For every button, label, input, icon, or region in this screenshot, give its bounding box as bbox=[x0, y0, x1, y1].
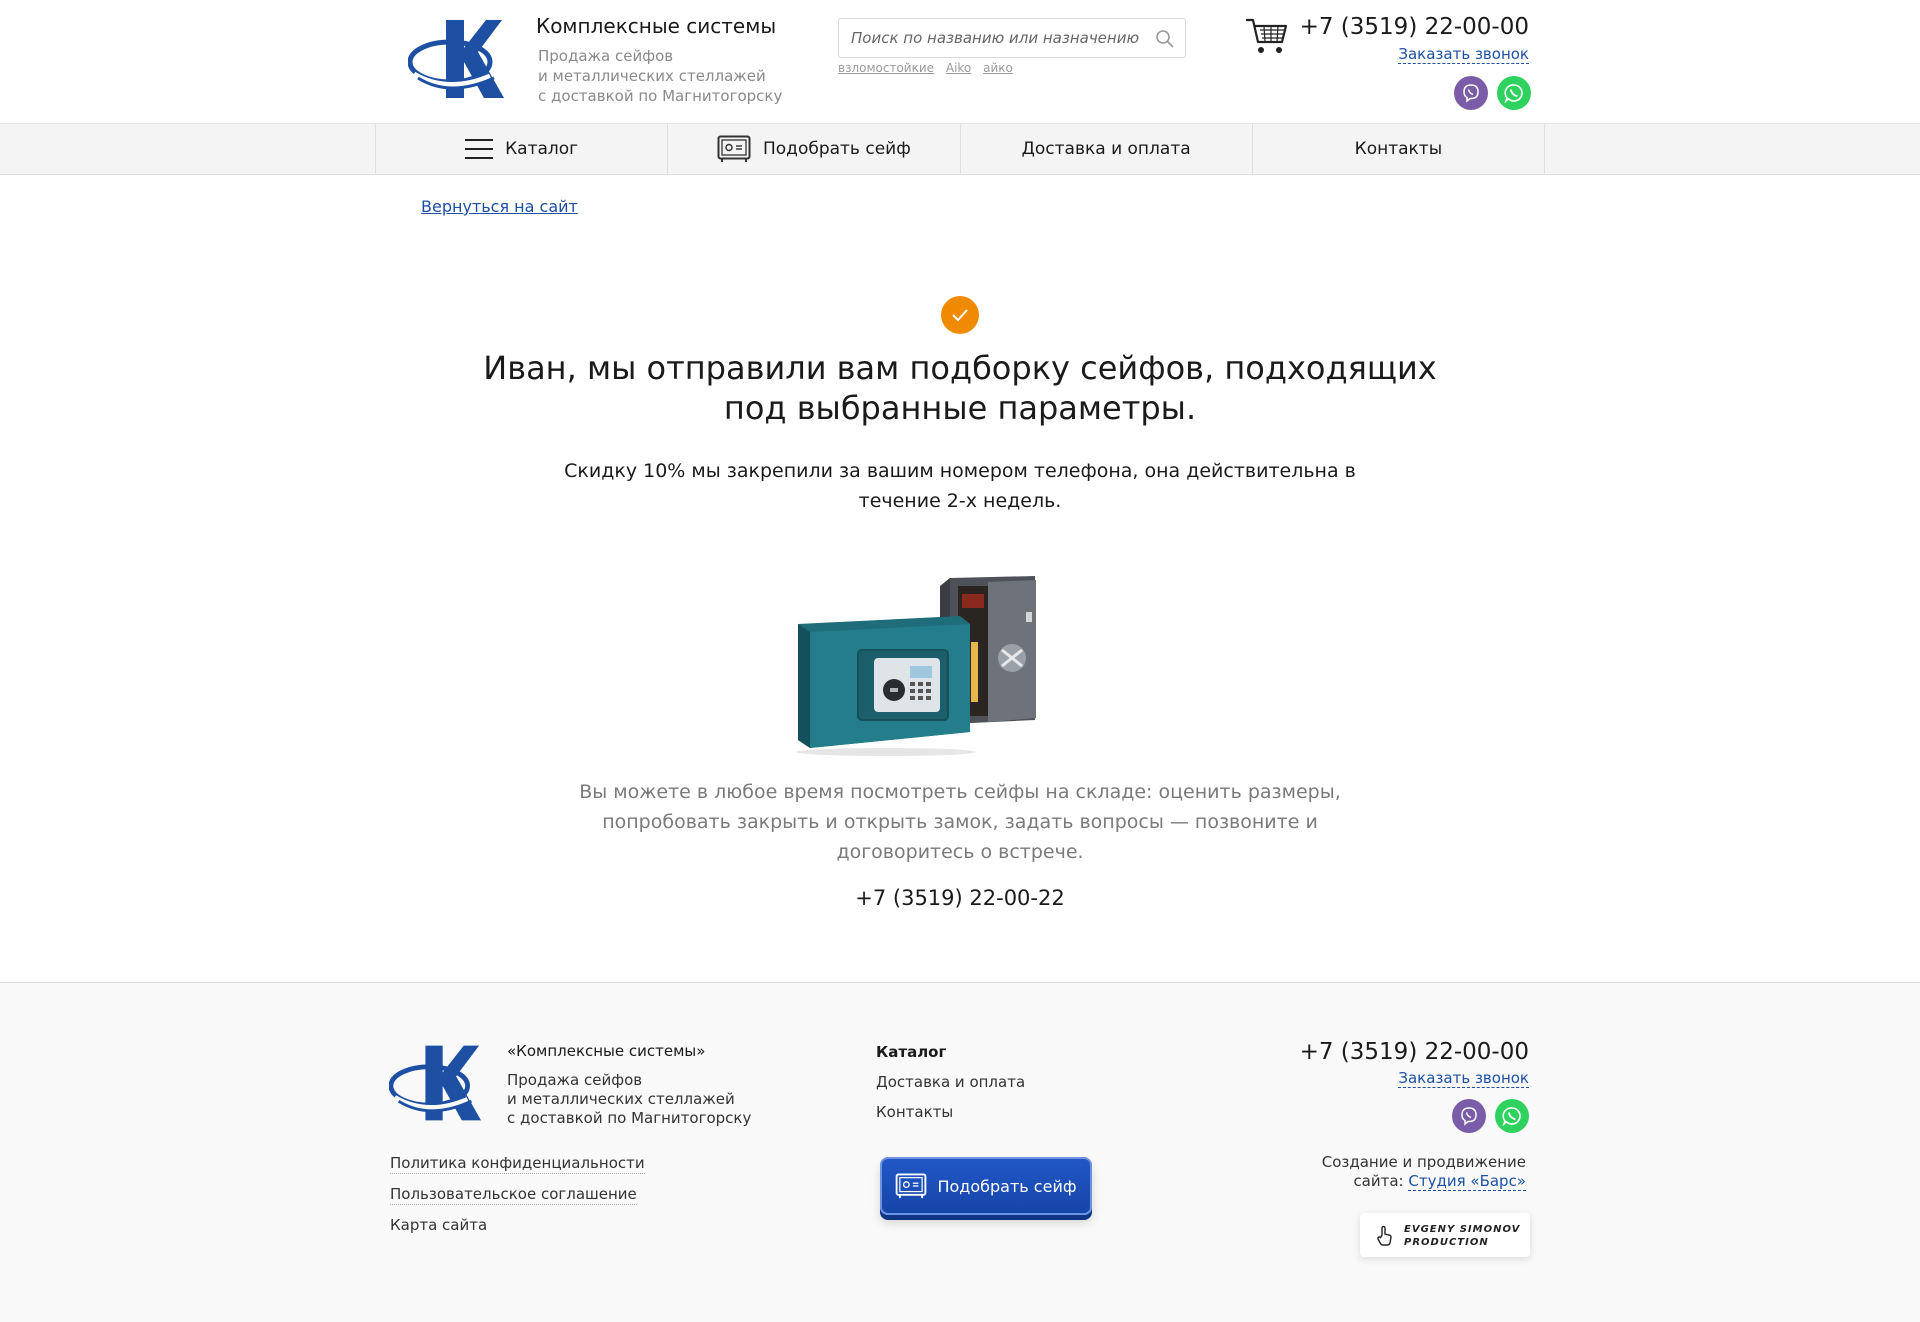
site-footer: «Комплексные системы» Продажа сейфов и м… bbox=[0, 982, 1920, 1322]
search-icon[interactable] bbox=[1155, 29, 1175, 49]
footer-nav-catalog[interactable]: Каталог bbox=[876, 1043, 1025, 1062]
sitemap-link[interactable]: Карта сайта bbox=[390, 1216, 487, 1235]
footer-brand: «Комплексные системы» bbox=[507, 1042, 706, 1060]
warehouse-phone[interactable]: +7 (3519) 22-00-22 bbox=[760, 886, 1160, 910]
viber-icon bbox=[1463, 84, 1479, 103]
whatsapp-icon bbox=[1502, 1107, 1521, 1126]
viber-icon bbox=[1461, 1107, 1477, 1126]
footer-phone[interactable]: +7 (3519) 22-00-00 bbox=[1300, 1039, 1529, 1065]
pick-safe-button[interactable]: Подобрать сейф bbox=[880, 1157, 1092, 1215]
search-box bbox=[838, 18, 1186, 58]
menu-icon bbox=[465, 139, 494, 159]
discount-note: Скидку 10% мы закрепили за вашим номером… bbox=[564, 460, 1356, 512]
footer-callback-link[interactable]: Заказать звонок bbox=[1398, 1069, 1529, 1088]
whatsapp-button[interactable] bbox=[1497, 76, 1531, 110]
nav-item-label: Контакты bbox=[1354, 139, 1443, 159]
company-logo[interactable] bbox=[408, 18, 504, 100]
brand-subtitle: Продажа сейфов и металлических стеллажей… bbox=[538, 47, 783, 105]
search-tag[interactable]: айко bbox=[983, 61, 1013, 75]
whatsapp-icon bbox=[1504, 84, 1523, 103]
brand-title: Комплексные системы bbox=[536, 14, 777, 38]
footer-legal-links: Политика конфиденциальности Пользователь… bbox=[390, 1154, 645, 1246]
viber-button[interactable] bbox=[1454, 76, 1488, 110]
nav-item-catalog[interactable]: Каталог bbox=[375, 124, 667, 174]
search-tag[interactable]: взломостойкие bbox=[838, 61, 934, 75]
nav-item-pick-safe[interactable]: Подобрать сейф bbox=[667, 124, 959, 174]
es-production-badge[interactable]: EVGENY SIMONOV PRODUCTION bbox=[1360, 1213, 1530, 1257]
callback-link[interactable]: Заказать звонок bbox=[1398, 45, 1529, 64]
user-agreement-link[interactable]: Пользовательское соглашение bbox=[390, 1185, 637, 1205]
search-tag[interactable]: Aiko bbox=[946, 61, 971, 75]
made-by-text: Создание и продвижение bbox=[1321, 1153, 1526, 1171]
studio-link[interactable]: Студия «Барс» bbox=[1408, 1172, 1526, 1191]
footer-nav: Каталог Доставка и оплата Контакты bbox=[876, 1043, 1025, 1133]
footer-brand-subtitle: Продажа сейфов и металлических стеллажей… bbox=[507, 1071, 752, 1127]
privacy-policy-link[interactable]: Политика конфиденциальности bbox=[390, 1154, 645, 1174]
success-check-icon bbox=[941, 296, 979, 334]
nav-item-label: Доставка и оплата bbox=[1021, 139, 1191, 159]
nav-item-label: Каталог bbox=[505, 139, 579, 159]
safe-icon bbox=[717, 135, 751, 162]
nav-item-label: Подобрать сейф bbox=[763, 139, 911, 159]
made-by: Создание и продвижение сайта: Студия «Ба… bbox=[1322, 1153, 1526, 1191]
search-tags: взломостойкие Aiko айко bbox=[838, 61, 1021, 75]
site-header: Комплексные системы Продажа сейфов и мет… bbox=[0, 0, 1920, 123]
footer-nav-delivery[interactable]: Доставка и оплата bbox=[876, 1073, 1025, 1092]
safes-image bbox=[796, 576, 1036, 756]
nav-item-delivery[interactable]: Доставка и оплата bbox=[959, 124, 1252, 174]
cart-icon[interactable] bbox=[1244, 16, 1288, 56]
footer-logo[interactable] bbox=[389, 1043, 481, 1123]
hand-pointer-icon bbox=[1377, 1225, 1392, 1246]
footer-whatsapp-button[interactable] bbox=[1495, 1099, 1529, 1133]
header-phone[interactable]: +7 (3519) 22-00-00 bbox=[1300, 14, 1529, 40]
footer-viber-button[interactable] bbox=[1452, 1099, 1486, 1133]
back-to-site-link[interactable]: Вернуться на сайт bbox=[421, 197, 578, 216]
nav-item-contacts[interactable]: Контакты bbox=[1251, 124, 1545, 174]
search-input[interactable] bbox=[851, 19, 1141, 57]
pick-safe-label: Подобрать сейф bbox=[937, 1176, 1077, 1196]
footer-nav-contacts[interactable]: Контакты bbox=[876, 1103, 1025, 1122]
made-by-prefix: сайта: bbox=[1353, 1172, 1404, 1190]
main-nav: Каталог Подобрать сейф Доставка и оплата… bbox=[0, 123, 1920, 175]
warehouse-info: Вы можете в любое время посмотреть сейфы… bbox=[579, 781, 1341, 863]
es-badge-text: EVGENY SIMONOV PRODUCTION bbox=[1404, 1224, 1521, 1248]
safe-icon bbox=[896, 1173, 927, 1199]
confirmation-headline: Иван, мы отправили вам подборку сейфов, … bbox=[483, 349, 1437, 427]
